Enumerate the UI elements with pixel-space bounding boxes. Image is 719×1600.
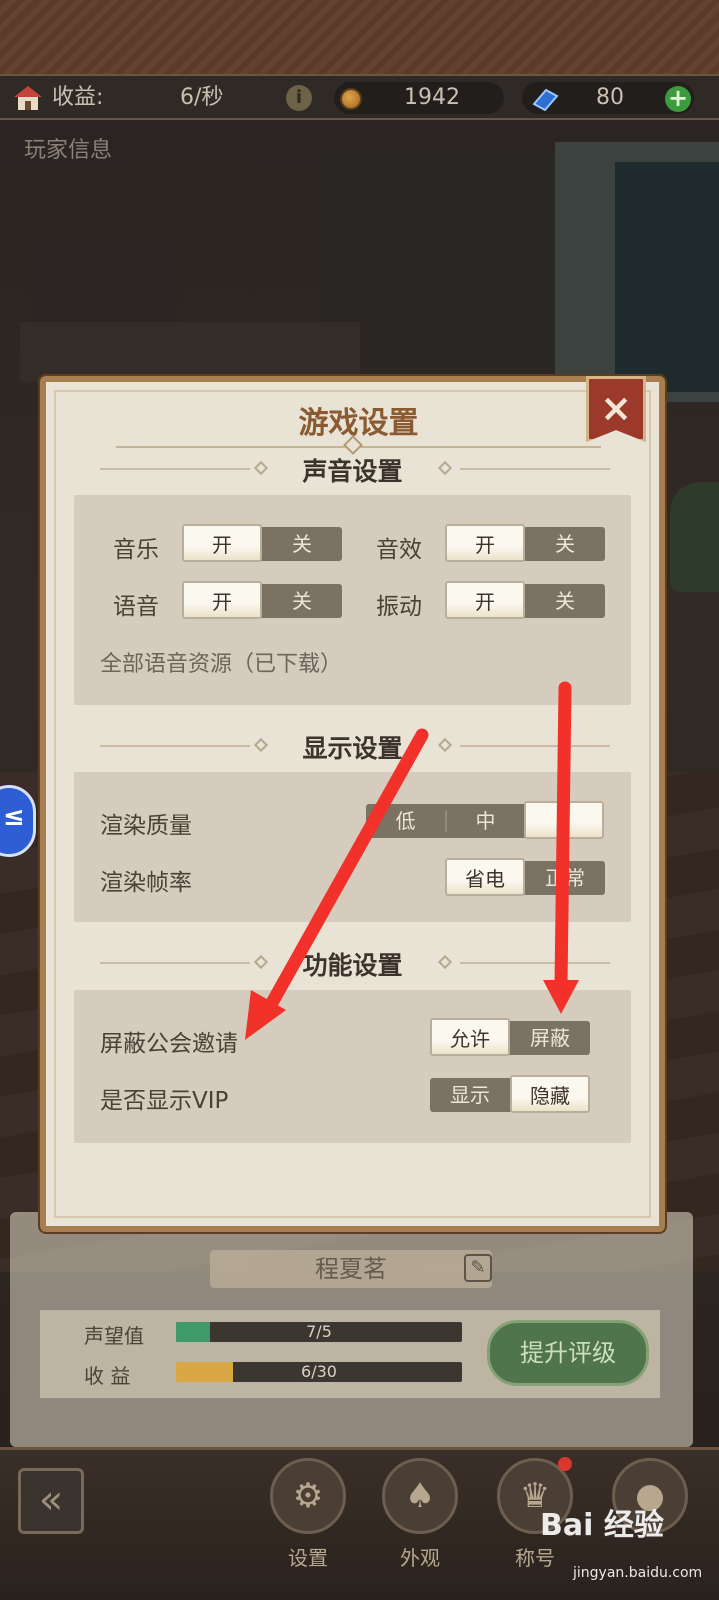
display-settings-panel: [74, 772, 631, 922]
house-icon: [14, 86, 42, 110]
income-label: 收益:: [52, 85, 104, 110]
music-off-option[interactable]: 关: [262, 527, 342, 561]
frame-rate-label: 渲染帧率: [100, 870, 192, 896]
wave-icon: ≤: [3, 802, 25, 832]
frame-rate-selector[interactable]: 省电 正常: [445, 858, 605, 896]
sfx-toggle[interactable]: 开 关: [445, 524, 605, 562]
block-guild-invite-label: 屏蔽公会邀请: [100, 1031, 238, 1057]
vibration-label: 振动: [376, 594, 422, 620]
player-info-title: 玩家信息: [24, 138, 113, 163]
notification-dot: [558, 1457, 572, 1471]
music-on-option[interactable]: 开: [182, 524, 262, 562]
coin-icon: [340, 88, 362, 110]
scene-shelf: [30, 242, 180, 322]
upgrade-rating-button[interactable]: 提升评级: [487, 1320, 649, 1386]
plus-icon[interactable]: +: [665, 86, 691, 112]
guild-allow-option[interactable]: 允许: [430, 1018, 510, 1056]
voice-toggle[interactable]: 开 关: [182, 581, 342, 619]
scene-bookcase: [20, 322, 360, 382]
gear-icon: ⚙: [292, 1476, 324, 1516]
scene-window-pane: [615, 162, 719, 392]
music-label: 音乐: [113, 537, 159, 563]
vip-hide-option[interactable]: 隐藏: [510, 1075, 590, 1113]
sound-settings-heading: 声音设置: [302, 457, 403, 486]
reputation-label: 声望值: [84, 1324, 144, 1348]
coin-value: 1942: [404, 85, 460, 110]
sfx-label: 音效: [376, 537, 422, 563]
function-settings-heading: 功能设置: [302, 951, 403, 980]
resource-bar: 收益: 6/秒 i 1942 80 +: [0, 74, 719, 120]
nav-appearance-label: 外观: [400, 1546, 440, 1570]
voice-on-option[interactable]: 开: [182, 581, 262, 619]
voice-resources-link[interactable]: 全部语音资源（已下载）: [100, 646, 342, 678]
double-chevron-left-icon[interactable]: «: [18, 1468, 84, 1534]
top-wood-banner: [0, 0, 719, 74]
render-quality-label: 渲染质量: [100, 813, 192, 839]
vip-show-option[interactable]: 显示: [430, 1078, 510, 1112]
sfx-on-option[interactable]: 开: [445, 524, 525, 562]
gem-icon: [532, 88, 559, 112]
sfx-off-option[interactable]: 关: [525, 527, 605, 561]
income-stat-value: 6/30: [301, 1362, 337, 1381]
reputation-value: 7/5: [306, 1322, 332, 1341]
side-shortcut-button[interactable]: ≤: [0, 785, 36, 857]
baidu-watermark: Bai 经验: [540, 1508, 664, 1543]
dialog-title: 游戏设置: [298, 406, 419, 441]
income-bar: 6/30: [176, 1362, 462, 1382]
quality-mid-option[interactable]: 中: [446, 804, 525, 838]
framerate-saving-option[interactable]: 省电: [445, 858, 525, 896]
baidu-watermark-url: jingyan.baidu.com: [573, 1565, 703, 1581]
vip-visibility-toggle[interactable]: 显示 隐藏: [430, 1075, 590, 1113]
vibration-on-option[interactable]: 开: [445, 581, 525, 619]
player-name: 程夏茗: [210, 1250, 492, 1288]
info-icon[interactable]: i: [286, 85, 312, 111]
framerate-normal-option[interactable]: 正常: [525, 861, 605, 895]
music-toggle[interactable]: 开 关: [182, 524, 342, 562]
display-settings-heading: 显示设置: [302, 734, 403, 763]
quality-low-option[interactable]: 低: [366, 804, 445, 838]
income-stat-label: 收 益: [84, 1364, 131, 1388]
scene-plant: [670, 482, 719, 592]
reputation-bar: 7/5: [176, 1322, 462, 1342]
render-quality-selector[interactable]: 低 中: [366, 801, 604, 839]
nav-settings[interactable]: ⚙ 设置: [268, 1458, 348, 1588]
nav-title-label: 称号: [515, 1546, 555, 1570]
voice-label: 语音: [113, 594, 159, 620]
vibration-toggle[interactable]: 开 关: [445, 581, 605, 619]
show-vip-label: 是否显示VIP: [100, 1088, 229, 1114]
function-settings-panel: [74, 990, 631, 1143]
quality-high-option[interactable]: [524, 801, 604, 839]
voice-off-option[interactable]: 关: [262, 584, 342, 618]
guild-block-option[interactable]: 屏蔽: [510, 1021, 590, 1055]
nav-settings-label: 设置: [288, 1546, 328, 1570]
vibration-off-option[interactable]: 关: [525, 584, 605, 618]
gem-value: 80: [596, 85, 624, 110]
edit-icon[interactable]: ✎: [464, 1254, 492, 1282]
guild-invite-toggle[interactable]: 允许 屏蔽: [430, 1018, 590, 1056]
shirt-icon: ♠: [404, 1476, 436, 1516]
nav-appearance[interactable]: ♠ 外观: [380, 1458, 460, 1588]
income-value: 6/秒: [180, 85, 224, 110]
